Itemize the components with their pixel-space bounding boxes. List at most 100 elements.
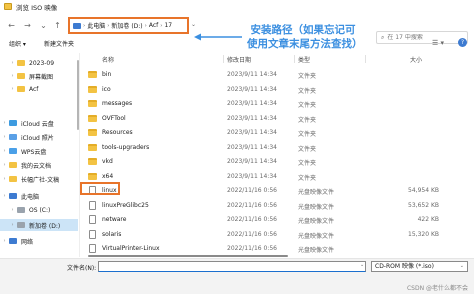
breadcrumb-separator: › xyxy=(160,22,163,29)
cloud-icon xyxy=(9,148,17,154)
chevron-right-icon[interactable]: › xyxy=(0,148,9,154)
file-type: 光盘映像文件 xyxy=(298,247,335,254)
filename-input[interactable] xyxy=(98,261,366,272)
file-row[interactable]: ico 2023/9/11 14:34 文件夹 xyxy=(80,83,474,96)
sidebar-item[interactable]: › iCloud 云盘 xyxy=(0,117,78,129)
file-row[interactable]: OVFTool 2023/9/11 14:34 文件夹 xyxy=(80,112,474,125)
sidebar-item[interactable]: › 新加卷 (D:) xyxy=(0,219,78,231)
file-row[interactable]: bin 2023/9/11 14:34 文件夹 xyxy=(80,68,474,81)
chevron-right-icon[interactable]: › xyxy=(0,238,9,244)
file-row[interactable]: messages 2023/9/11 14:34 文件夹 xyxy=(80,97,474,110)
sidebar-item[interactable]: › iCloud 照片 xyxy=(0,131,78,143)
file-type: 文件夹 xyxy=(298,175,317,182)
chevron-right-icon[interactable]: › xyxy=(8,86,17,92)
file-date: 2022/11/16 0:56 xyxy=(227,231,277,238)
scrollbar-thumb[interactable] xyxy=(88,255,288,257)
file-date: 2023/9/11 14:34 xyxy=(227,173,277,180)
file-row[interactable]: Resources 2023/9/11 14:34 文件夹 xyxy=(80,126,474,139)
file-type: 光盘映像文件 xyxy=(298,233,335,240)
file-date: 2023/9/11 14:34 xyxy=(227,100,277,107)
file-size: 53,652 KB xyxy=(408,202,439,209)
sidebar-item[interactable]: › 长幅广社-文稿 xyxy=(0,173,78,185)
sidebar-item[interactable]: › 2023-09 xyxy=(0,57,78,69)
drive-icon xyxy=(17,222,25,228)
file-date: 2023/9/11 14:34 xyxy=(227,158,277,165)
breadcrumb-separator: › xyxy=(107,22,110,29)
sidebar-item-label: iCloud 云盘 xyxy=(21,120,54,128)
breadcrumb-17[interactable]: 17 xyxy=(164,22,172,29)
chevron-right-icon[interactable]: › xyxy=(0,193,9,199)
column-header-date[interactable]: 修改日期 xyxy=(227,55,251,64)
sidebar-item-label: Acf xyxy=(29,85,39,93)
chevron-right-icon[interactable]: › xyxy=(0,134,9,140)
file-name: x64 xyxy=(102,173,114,180)
folder-icon xyxy=(88,158,97,165)
column-header-size[interactable]: 大小 xyxy=(410,55,422,64)
file-date: 2023/9/11 14:34 xyxy=(227,115,277,122)
chevron-right-icon[interactable]: › xyxy=(8,60,17,66)
file-type: 文件夹 xyxy=(298,146,317,153)
file-row[interactable]: x64 2023/9/11 14:34 文件夹 xyxy=(80,170,474,183)
breadcrumb-separator: › xyxy=(83,22,86,29)
column-divider[interactable] xyxy=(294,55,295,63)
sidebar-item[interactable]: › 我的云文档 xyxy=(0,159,78,171)
chevron-right-icon[interactable]: › xyxy=(8,73,17,79)
folder-icon xyxy=(88,173,97,180)
view-options-icon[interactable]: ☰ ▾ xyxy=(432,39,444,47)
file-row[interactable]: tools-upgraders 2023/9/11 14:34 文件夹 xyxy=(80,141,474,154)
file-name: messages xyxy=(102,100,133,107)
file-row[interactable]: linux 2022/11/16 0:56 光盘映像文件 54,954 KB xyxy=(80,184,474,197)
bottom-bar: 文件名(N): ⌄ CD-ROM 映像 (*.iso) ⌄ CSDN @老什么都… xyxy=(0,258,474,294)
sidebar-item-label: OS (C:) xyxy=(29,206,51,214)
column-header-name[interactable]: 名称 xyxy=(102,55,114,64)
up-arrow-icon[interactable]: ↑ xyxy=(51,19,64,32)
folder-icon xyxy=(88,71,97,78)
breadcrumb-this-pc[interactable]: 此电脑 xyxy=(87,21,105,30)
chevron-right-icon[interactable]: › xyxy=(0,162,9,168)
sidebar-item[interactable]: › WPS云盘 xyxy=(0,145,78,157)
breadcrumb-drive-d[interactable]: 新加卷 (D:) xyxy=(111,21,142,30)
app-icon xyxy=(4,3,12,10)
sidebar-item-label: 网络 xyxy=(21,238,34,246)
column-header-type[interactable]: 类型 xyxy=(298,55,310,64)
file-row[interactable]: vkd 2023/9/11 14:34 文件夹 xyxy=(80,155,474,168)
forward-arrow-icon[interactable]: → xyxy=(21,19,34,32)
breadcrumb-acf[interactable]: Acf xyxy=(149,22,158,29)
filename-dropdown-icon[interactable]: ⌄ xyxy=(360,262,364,268)
sidebar-item[interactable]: › 此电脑 xyxy=(0,190,78,202)
chevron-right-icon[interactable]: › xyxy=(0,176,9,182)
file-date: 2023/9/11 14:34 xyxy=(227,71,277,78)
file-date: 2022/11/16 0:56 xyxy=(227,245,277,252)
sidebar-item[interactable]: › 网络 xyxy=(0,235,78,247)
address-bar[interactable]: › 此电脑 › 新加卷 (D:) › Acf › 17 xyxy=(68,17,189,34)
new-folder-button[interactable]: 新建文件夹 xyxy=(44,39,74,48)
file-row[interactable]: linuxPreGlibc25 2022/11/16 0:56 光盘映像文件 53,6… xyxy=(80,199,474,212)
chevron-right-icon[interactable]: › xyxy=(8,207,17,213)
title-bar: 浏览 ISO 映像 xyxy=(0,0,474,13)
file-date: 2023/9/11 14:34 xyxy=(227,144,277,151)
file-type: 文件夹 xyxy=(298,102,317,109)
file-row[interactable]: netware 2022/11/16 0:56 光盘映像文件 422 KB xyxy=(80,213,474,226)
help-icon[interactable]: ? xyxy=(458,38,467,47)
sidebar-item[interactable]: › Acf xyxy=(0,83,78,95)
column-divider[interactable] xyxy=(223,55,224,63)
chevron-down-icon[interactable]: ⌄ xyxy=(37,19,50,32)
organize-button[interactable]: 组织 ▾ xyxy=(9,39,26,48)
sidebar-item[interactable]: › OS (C:) xyxy=(0,204,78,216)
file-name: netware xyxy=(102,216,127,223)
sidebar-item-label: 2023-09 xyxy=(29,59,55,67)
address-dropdown-icon[interactable]: ⌄ xyxy=(191,21,196,28)
chevron-right-icon[interactable]: › xyxy=(0,120,9,126)
chevron-right-icon[interactable]: › xyxy=(8,222,17,228)
file-row[interactable]: solaris 2022/11/16 0:56 光盘映像文件 15,320 KB xyxy=(80,228,474,241)
folder-icon xyxy=(17,86,25,92)
sidebar-item-label: 我的云文档 xyxy=(21,162,52,170)
sidebar-item[interactable]: › 屏幕截图 xyxy=(0,70,78,82)
back-arrow-icon[interactable]: ← xyxy=(5,19,18,32)
disc-image-icon xyxy=(89,215,96,224)
file-type-select[interactable]: CD-ROM 映像 (*.iso) ⌄ xyxy=(371,261,468,272)
column-divider[interactable] xyxy=(365,55,366,63)
file-date: 2022/11/16 0:56 xyxy=(227,202,277,209)
file-name: ico xyxy=(102,86,111,93)
sidebar-item-label: 新加卷 (D:) xyxy=(29,222,61,230)
